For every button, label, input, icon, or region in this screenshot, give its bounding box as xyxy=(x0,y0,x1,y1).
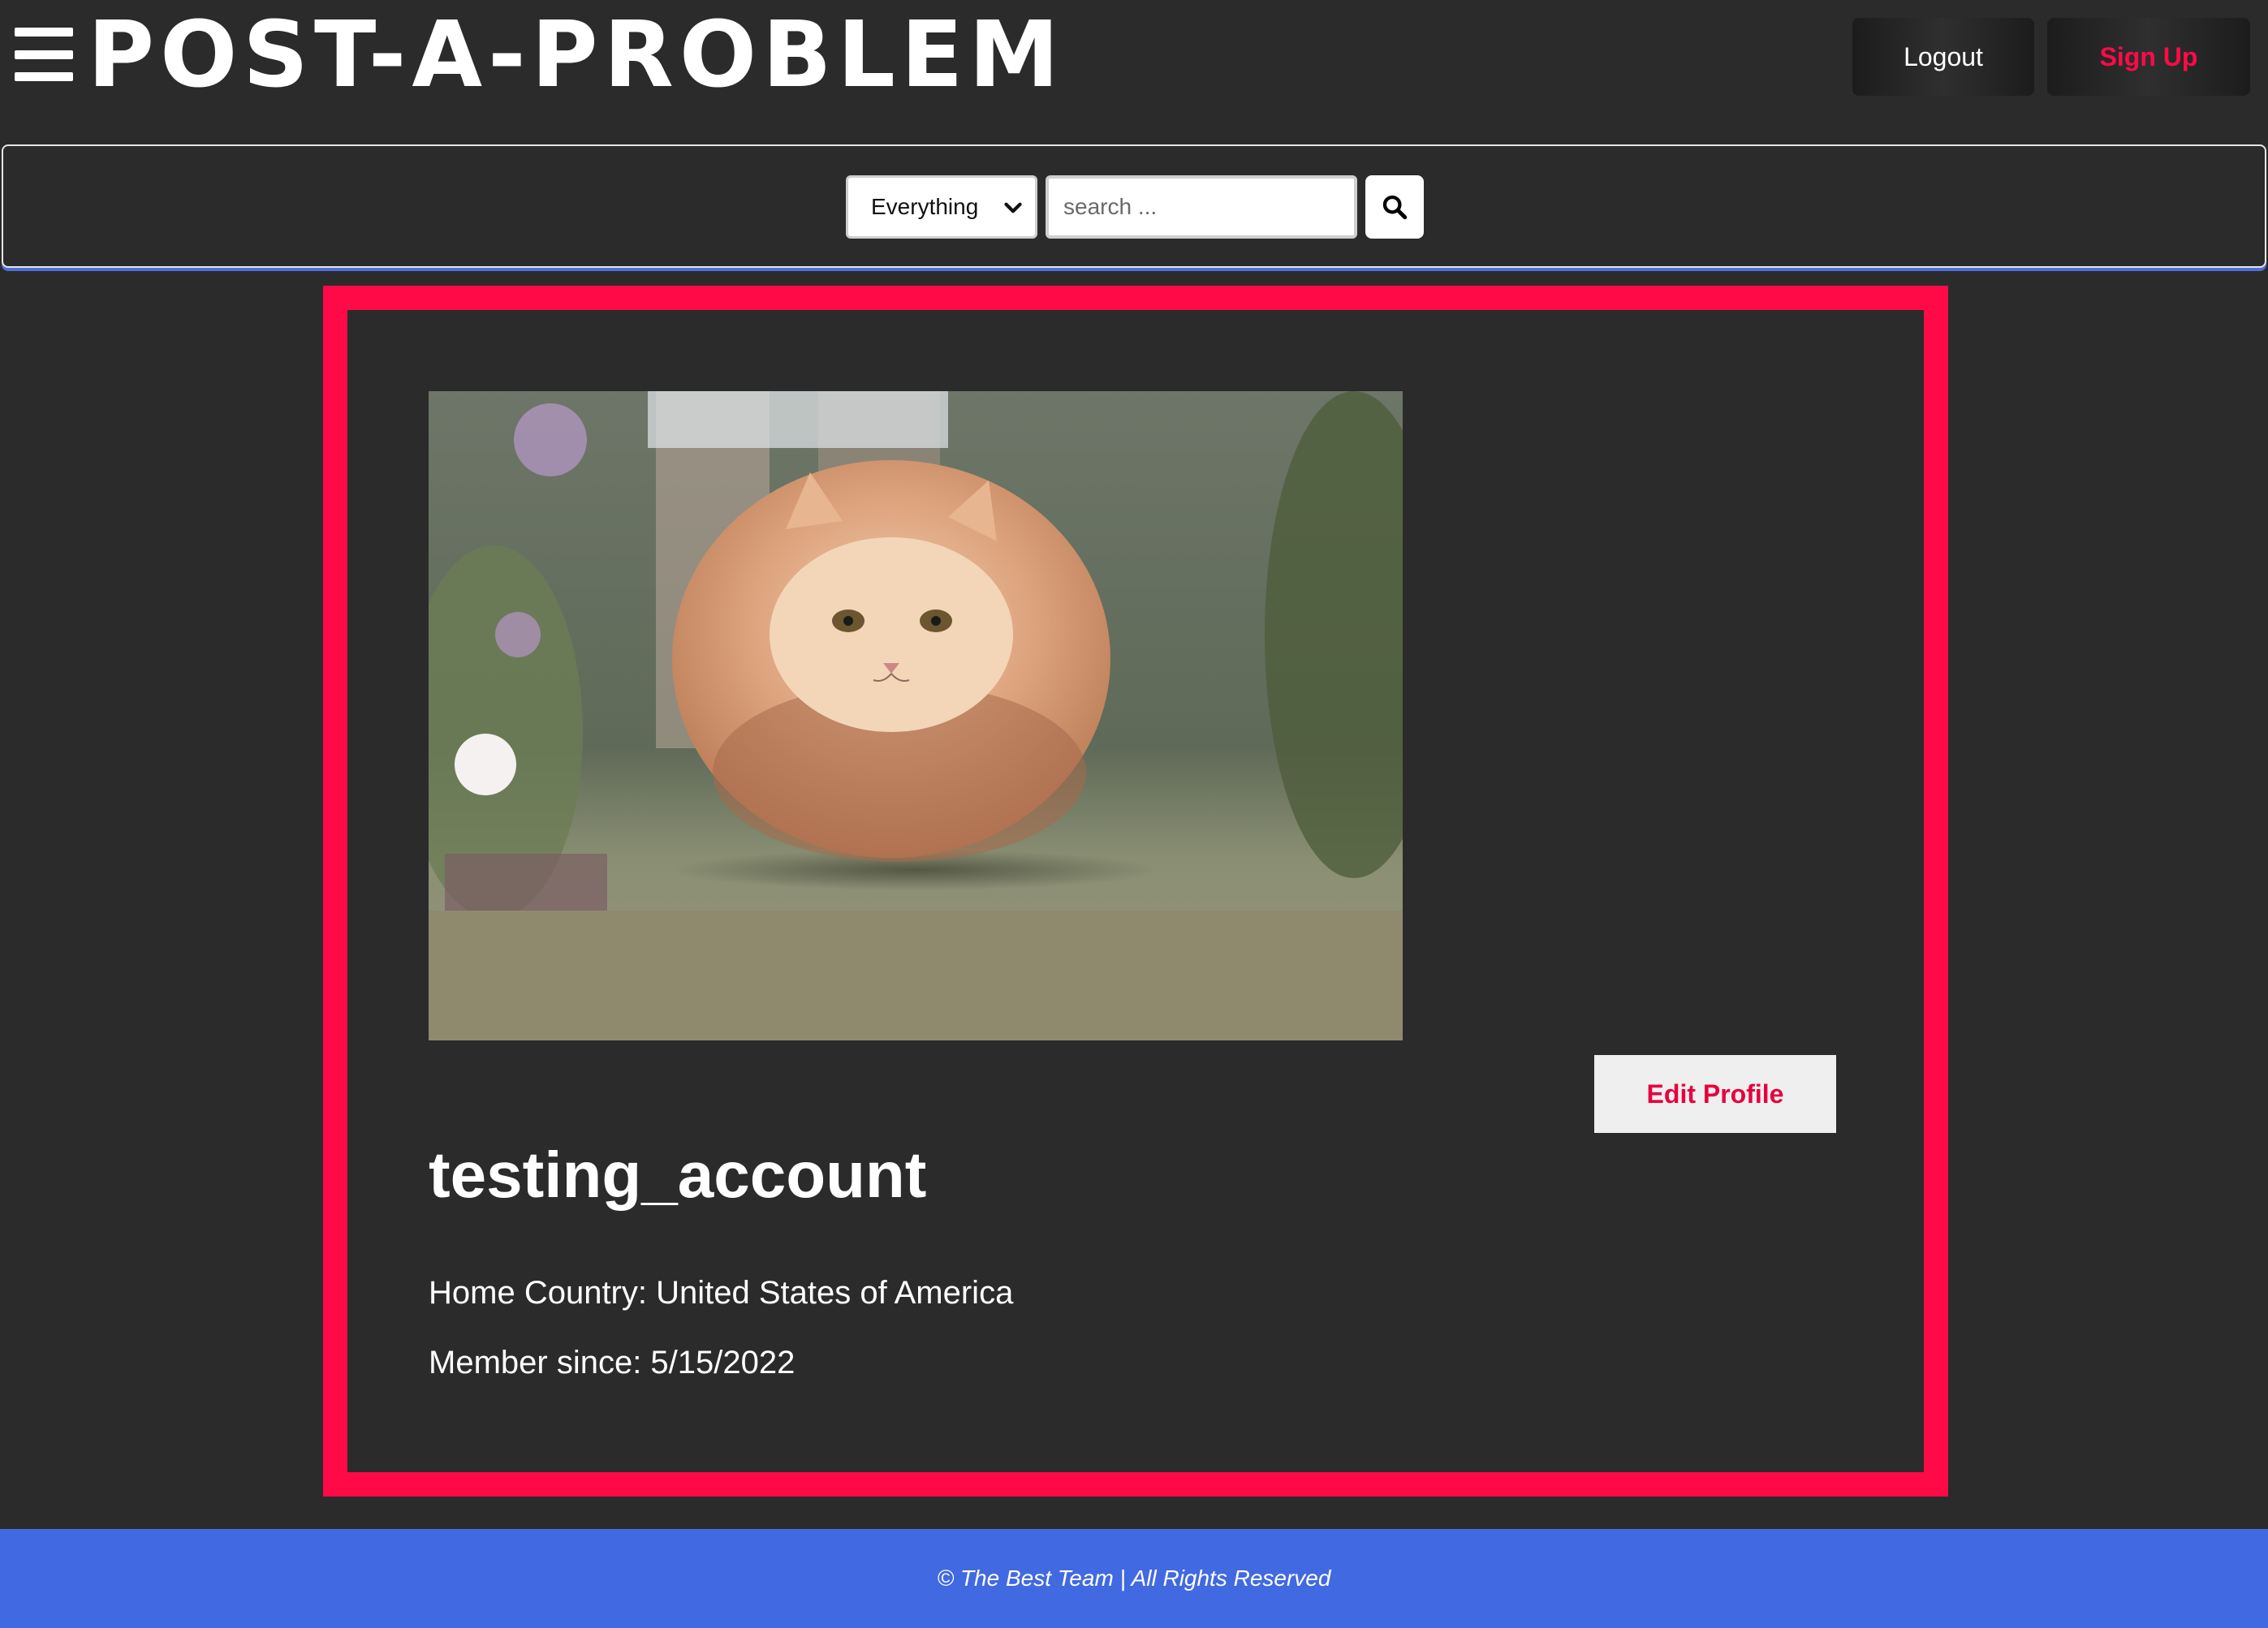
menu-icon[interactable] xyxy=(15,28,73,81)
site-footer: © The Best Team | All Rights Reserved xyxy=(0,1529,2268,1628)
search-filter-value: Everything xyxy=(871,194,979,219)
top-header: POST-A-PROBLEM Logout Sign Up xyxy=(0,0,2268,144)
menu-icon-bar xyxy=(15,50,73,59)
menu-icon-bar xyxy=(15,28,73,37)
home-country-text: Home Country: United States of America xyxy=(429,1275,1014,1311)
profile-card: Edit Profile testing_account Home Countr… xyxy=(323,286,1948,1497)
search-button[interactable] xyxy=(1365,175,1424,239)
footer-copyright: © The Best Team | All Rights Reserved xyxy=(937,1566,1331,1591)
search-bar: Everything search ... xyxy=(2,144,2266,268)
cat-photo-illustration xyxy=(429,391,1403,1040)
search-filter-select[interactable]: Everything xyxy=(846,175,1037,239)
site-logo[interactable]: POST-A-PROBLEM xyxy=(88,5,1065,106)
app-root: POST-A-PROBLEM Logout Sign Up Everything… xyxy=(0,0,2268,1628)
menu-icon-bar xyxy=(15,72,73,81)
profile-photo xyxy=(429,391,1403,1040)
search-input[interactable]: search ... xyxy=(1046,175,1357,239)
profile-username: testing_account xyxy=(429,1139,927,1211)
signup-button[interactable]: Sign Up xyxy=(2047,18,2250,96)
chevron-down-icon xyxy=(1004,202,1022,213)
logout-button[interactable]: Logout xyxy=(1852,18,2034,96)
member-since-text: Member since: 5/15/2022 xyxy=(429,1345,796,1380)
search-icon xyxy=(1382,195,1408,220)
edit-profile-button[interactable]: Edit Profile xyxy=(1594,1055,1836,1133)
search-placeholder: search ... xyxy=(1063,194,1158,219)
